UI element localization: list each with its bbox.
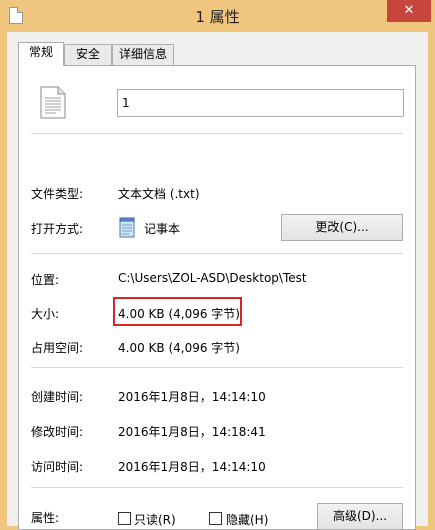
location-value: C:\Users\ZOL-ASD\Desktop\Test xyxy=(118,271,307,285)
created-label: 创建时间: xyxy=(31,390,84,404)
hidden-label: 隐藏(H) xyxy=(226,513,269,527)
divider xyxy=(31,487,403,489)
attributes-label: 属性: xyxy=(31,511,60,525)
change-button[interactable]: 更改(C)... xyxy=(281,214,403,241)
general-panel: 文件类型: 文本文档 (.txt) 打开方式: 记事本 更改(C)... 位置:… xyxy=(18,65,416,530)
divider xyxy=(31,253,403,255)
window-title: 1 属性 xyxy=(195,8,240,26)
readonly-checkbox[interactable] xyxy=(118,512,131,525)
accessed-label: 访问时间: xyxy=(31,460,84,474)
accessed-value: 2016年1月8日，14:14:10 xyxy=(118,460,266,474)
divider xyxy=(31,133,403,135)
size-on-disk-label: 占用空间: xyxy=(31,341,84,355)
text-file-icon xyxy=(40,86,66,119)
size-on-disk-value: 4.00 KB (4,096 字节) xyxy=(118,341,240,355)
open-with-label: 打开方式: xyxy=(31,222,84,236)
modified-value: 2016年1月8日，14:18:41 xyxy=(118,425,266,439)
size-value: 4.00 KB (4,096 字节) xyxy=(118,307,240,321)
file-type-value: 文本文档 (.txt) xyxy=(118,187,200,201)
readonly-label: 只读(R) xyxy=(134,513,176,527)
modified-label: 修改时间: xyxy=(31,425,84,439)
dialog-client: 常规 安全 详细信息 文件类型: 文本文档 (.txt) 打开方式: 记事本 更… xyxy=(7,32,428,530)
notepad-icon xyxy=(119,217,135,238)
close-button[interactable]: ✕ xyxy=(387,0,431,22)
tab-details[interactable]: 详细信息 xyxy=(112,44,174,65)
divider xyxy=(31,367,403,369)
open-with-value: 记事本 xyxy=(144,222,181,236)
tab-general[interactable]: 常规 xyxy=(18,42,64,66)
location-label: 位置: xyxy=(31,273,60,287)
file-type-label: 文件类型: xyxy=(31,187,84,201)
hidden-checkbox[interactable] xyxy=(209,512,222,525)
size-label: 大小: xyxy=(31,307,60,321)
title-bar: 1 属性 ✕ xyxy=(0,0,435,32)
tab-security[interactable]: 安全 xyxy=(64,44,112,65)
created-value: 2016年1月8日，14:14:10 xyxy=(118,390,266,404)
file-name-input[interactable] xyxy=(117,89,404,117)
